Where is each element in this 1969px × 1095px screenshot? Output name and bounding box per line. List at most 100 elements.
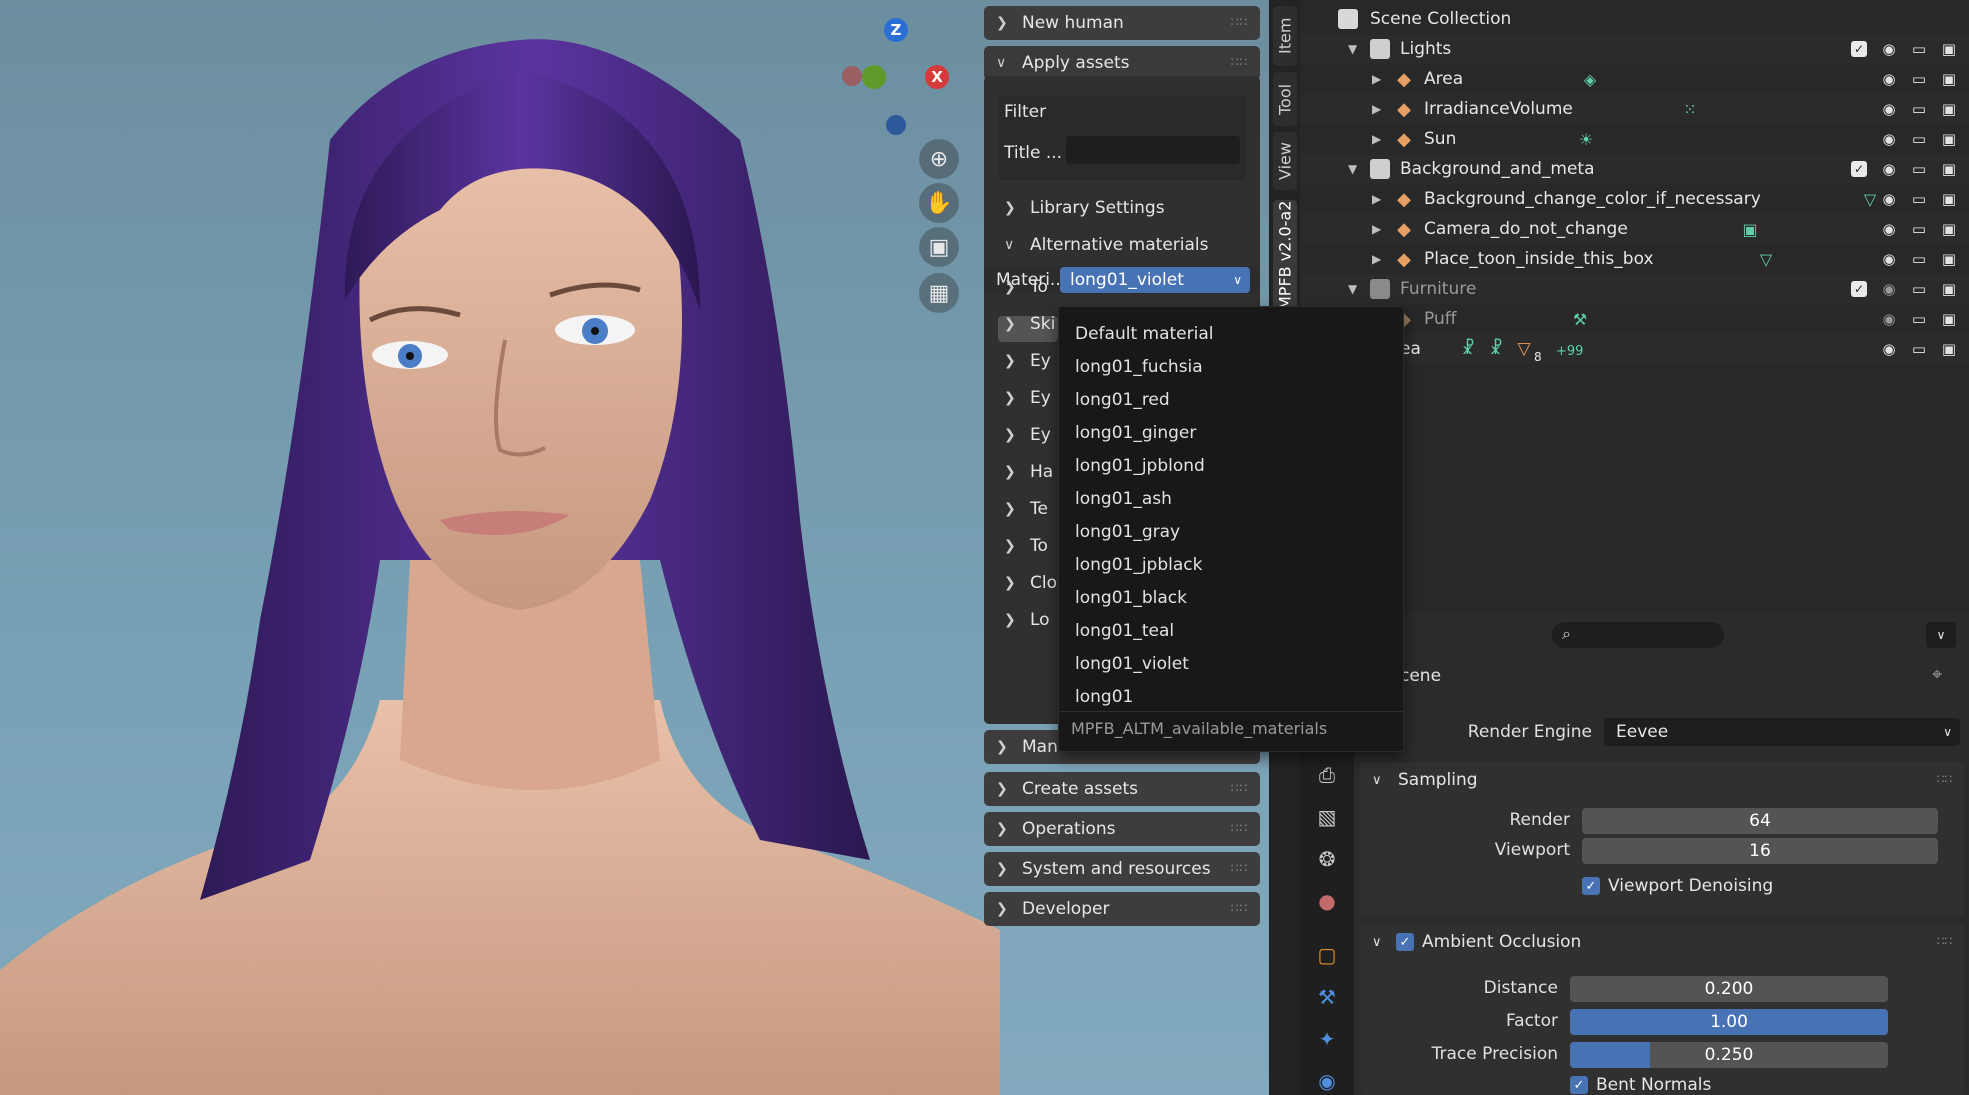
view-layer-tab-icon[interactable]: ▧ — [1312, 802, 1342, 832]
object-data-icon[interactable]: ▣ — [1740, 219, 1760, 239]
hand-icon[interactable]: ✋ — [919, 183, 959, 223]
material-option[interactable]: long01_black — [1075, 583, 1187, 613]
material-option[interactable]: Default material — [1075, 319, 1213, 349]
object-tab-icon[interactable]: ▢ — [1312, 940, 1342, 970]
camera-render-icon[interactable]: ▣ — [1940, 100, 1958, 118]
material-option[interactable]: long01_ginger — [1075, 418, 1196, 448]
eye-icon[interactable]: ◉ — [1880, 310, 1898, 328]
object-data-icon[interactable]: ⚒ — [1570, 309, 1590, 329]
camera-render-icon[interactable]: ▣ — [1940, 250, 1958, 268]
grip-icon[interactable]: ∷∷ — [1937, 772, 1952, 786]
material-option[interactable]: long01_ash — [1075, 484, 1172, 514]
bent-normals-toggle[interactable]: ✓ Bent Normals — [1570, 1075, 1711, 1095]
monitor-icon[interactable]: ▭ — [1910, 280, 1928, 298]
expand-triangle-icon[interactable]: ▶ — [1372, 132, 1381, 146]
material-option[interactable]: long01_fuchsia — [1075, 352, 1203, 382]
title-input[interactable] — [1066, 136, 1240, 164]
asset-subpanel-row[interactable]: ❯ Ey — [1004, 346, 1051, 376]
tab-item[interactable]: Item — [1273, 6, 1297, 66]
expand-triangle-icon[interactable]: ▶ — [1372, 222, 1381, 236]
monitor-icon[interactable]: ▭ — [1910, 310, 1928, 328]
output-tab-icon[interactable]: ⎙ — [1312, 760, 1342, 790]
material-option[interactable]: long01_jpblond — [1075, 451, 1205, 481]
camera-icon[interactable]: ▣ — [919, 227, 959, 267]
camera-render-icon[interactable]: ▣ — [1940, 70, 1958, 88]
expand-triangle-icon[interactable]: ▶ — [1372, 72, 1381, 86]
camera-render-icon[interactable]: ▣ — [1940, 40, 1958, 58]
material-option[interactable]: long01_red — [1075, 385, 1170, 415]
create-assets-header[interactable]: ❯ Create assets ∷∷ — [984, 772, 1260, 806]
gizmo-x-axis[interactable]: X — [925, 65, 949, 89]
render-engine-select[interactable]: Eevee ∨ — [1604, 718, 1960, 746]
grip-icon[interactable]: ∷∷ — [1231, 861, 1248, 875]
asset-subpanel-row[interactable]: ❯ Lo — [1004, 605, 1050, 635]
system-resources-header[interactable]: ❯ System and resources ∷∷ — [984, 852, 1260, 886]
sampling-header[interactable]: ∨ Sampling — [1360, 762, 1478, 798]
material-option[interactable]: long01_teal — [1075, 616, 1174, 646]
grip-icon[interactable]: ∷∷ — [1231, 821, 1248, 835]
camera-render-icon[interactable]: ▣ — [1940, 310, 1958, 328]
eye-icon[interactable]: ◉ — [1880, 250, 1898, 268]
outliner-row[interactable]: ▼ Furniture ✓ ◉ ▭ ▣ — [1300, 274, 1969, 304]
expand-triangle-icon[interactable]: ▼ — [1348, 282, 1357, 296]
zoom-icon[interactable]: ⊕ — [919, 139, 959, 179]
eye-icon[interactable]: ◉ — [1880, 70, 1898, 88]
camera-render-icon[interactable]: ▣ — [1940, 130, 1958, 148]
monitor-icon[interactable]: ▭ — [1910, 70, 1928, 88]
exclude-checkbox[interactable]: ✓ — [1850, 280, 1868, 298]
object-data-icon[interactable]: ◈ — [1580, 69, 1600, 89]
viewport-denoising-toggle[interactable]: ✓ Viewport Denoising — [1582, 876, 1773, 896]
eye-icon[interactable]: ◉ — [1880, 40, 1898, 58]
monitor-icon[interactable]: ▭ — [1910, 40, 1928, 58]
monitor-icon[interactable]: ▭ — [1910, 250, 1928, 268]
outliner-row[interactable]: ▶ ◆ Sun ☀ ◉ ▭ ▣ — [1300, 124, 1969, 154]
monitor-icon[interactable]: ▭ — [1910, 340, 1928, 358]
outliner-row[interactable]: ▼ Lights ✓ ◉ ▭ ▣ — [1300, 34, 1969, 64]
eye-icon[interactable]: ◉ — [1880, 130, 1898, 148]
eye-icon[interactable]: ◉ — [1880, 220, 1898, 238]
eye-icon[interactable]: ◉ — [1880, 340, 1898, 358]
new-human-header[interactable]: ❯ New human ∷∷ — [984, 6, 1260, 40]
exclude-checkbox[interactable]: ✓ — [1850, 160, 1868, 178]
expand-triangle-icon[interactable]: ▶ — [1372, 252, 1381, 266]
search-input[interactable]: ⌕ — [1552, 622, 1724, 648]
alternative-materials-row[interactable]: ∨ Alternative materials — [1004, 230, 1208, 260]
outliner-row[interactable]: ▼ Background_and_meta ✓ ◉ ▭ ▣ — [1300, 154, 1969, 184]
grip-icon[interactable]: ∷∷ — [1231, 15, 1248, 29]
modifier-tab-icon[interactable]: ⚒ — [1312, 982, 1342, 1012]
gizmo-y-axis[interactable] — [862, 65, 886, 89]
ambient-occlusion-checkbox[interactable]: ✓ — [1396, 933, 1414, 951]
camera-render-icon[interactable]: ▣ — [1940, 280, 1958, 298]
world-tab-icon[interactable]: ● — [1312, 886, 1342, 916]
asset-subpanel-row[interactable]: ❯ Ey — [1004, 383, 1051, 413]
monitor-icon[interactable]: ▭ — [1910, 130, 1928, 148]
distance-field[interactable]: 0.200 — [1570, 976, 1888, 1002]
scene-tab-icon[interactable]: ❂ — [1312, 844, 1342, 874]
object-data-icon[interactable]: ☀ — [1576, 129, 1596, 149]
expand-triangle-icon[interactable]: ▶ — [1372, 192, 1381, 206]
asset-subpanel-row[interactable]: ❯ Clo — [1004, 568, 1057, 598]
pin-icon[interactable]: ⌖ — [1932, 664, 1942, 685]
options-dropdown[interactable]: ∨ — [1926, 622, 1956, 648]
viewport-samples-field[interactable]: 16 — [1582, 838, 1938, 864]
apply-assets-header[interactable]: ∨ Apply assets ∷∷ — [984, 46, 1260, 80]
monitor-icon[interactable]: ▭ — [1910, 100, 1928, 118]
tab-mpfb[interactable]: MPFB v2.0-a2 — [1273, 200, 1297, 310]
asset-subpanel-row[interactable]: ❯ Ey — [1004, 420, 1051, 450]
camera-render-icon[interactable]: ▣ — [1940, 340, 1958, 358]
mesh-object-icon[interactable]: ▽ — [1514, 339, 1534, 359]
eye-icon[interactable]: ◉ — [1880, 160, 1898, 178]
monitor-icon[interactable]: ▭ — [1910, 190, 1928, 208]
expand-triangle-icon[interactable]: ▶ — [1372, 102, 1381, 116]
grid-icon[interactable]: ▦ — [919, 273, 959, 313]
monitor-icon[interactable]: ▭ — [1910, 220, 1928, 238]
eye-icon[interactable]: ◉ — [1880, 100, 1898, 118]
grip-icon[interactable]: ∷∷ — [1937, 934, 1952, 948]
asset-subpanel-row[interactable]: ❯ Ski — [1004, 309, 1055, 339]
eye-icon[interactable]: ◉ — [1880, 280, 1898, 298]
expand-triangle-icon[interactable]: ▼ — [1348, 42, 1357, 56]
ambient-occlusion-header[interactable]: ∨ ✓ Ambient Occlusion — [1360, 924, 1581, 960]
outliner-row[interactable]: ▶ ◆ Background_change_color_if_necessary ▽ ◉… — [1300, 184, 1969, 214]
tab-view[interactable]: View — [1273, 132, 1297, 190]
object-data-icon[interactable]: ⁙ — [1680, 99, 1700, 119]
